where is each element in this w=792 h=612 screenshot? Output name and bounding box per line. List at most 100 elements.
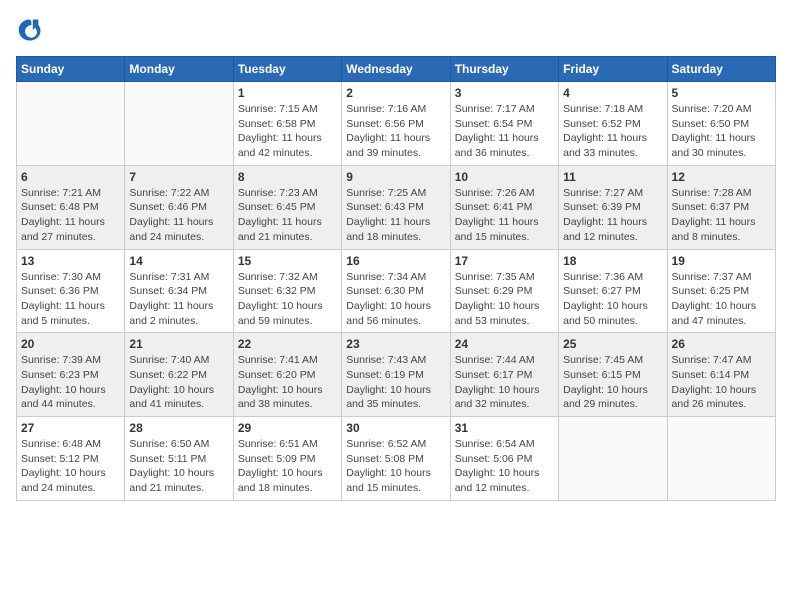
calendar-cell: 12 Sunrise: 7:28 AM Sunset: 6:37 PM Dayli… [667,165,775,249]
calendar-cell: 21 Sunrise: 7:40 AM Sunset: 6:22 PM Dayli… [125,333,233,417]
calendar-cell: 15Sunrise: 7:32 AM Sunset: 6:32 PM Dayli… [233,249,341,333]
calendar-cell: 23 Sunrise: 7:43 AM Sunset: 6:19 PM Dayli… [342,333,450,417]
calendar-cell: 1 Sunrise: 7:15 AM Sunset: 6:58 PM Daylig… [233,82,341,166]
day-number: 17 [455,254,554,268]
calendar-cell: 3 Sunrise: 7:17 AM Sunset: 6:54 PM Daylig… [450,82,558,166]
day-number: 5 [672,86,771,100]
day-info: Sunrise: 7:15 AM Sunset: 6:58 PM Dayligh… [238,102,337,161]
day-info: Sunrise: 7:36 AM Sunset: 6:27 PM Dayligh… [563,270,662,329]
day-number: 2 [346,86,445,100]
calendar-cell: 17 Sunrise: 7:35 AM Sunset: 6:29 PM Dayli… [450,249,558,333]
weekday-header-sunday: Sunday [17,57,125,82]
day-info: Sunrise: 7:31 AM Sunset: 6:34 PM Dayligh… [129,270,228,329]
calendar-cell: 26 Sunrise: 7:47 AM Sunset: 6:14 PM Dayli… [667,333,775,417]
calendar-cell: 5 Sunrise: 7:20 AM Sunset: 6:50 PM Daylig… [667,82,775,166]
weekday-header-thursday: Thursday [450,57,558,82]
weekday-header-saturday: Saturday [667,57,775,82]
day-info: Sunrise: 7:26 AM Sunset: 6:41 PM Dayligh… [455,186,554,245]
day-number: 22 [238,337,337,351]
day-info: Sunrise: 7:34 AM Sunset: 6:30 PM Dayligh… [346,270,445,329]
calendar-cell: 14 Sunrise: 7:31 AM Sunset: 6:34 PM Dayli… [125,249,233,333]
day-number: 26 [672,337,771,351]
day-number: 19 [672,254,771,268]
day-info: Sunrise: 7:17 AM Sunset: 6:54 PM Dayligh… [455,102,554,161]
calendar-cell: 4 Sunrise: 7:18 AM Sunset: 6:52 PM Daylig… [559,82,667,166]
weekday-header-monday: Monday [125,57,233,82]
calendar-cell: 7 Sunrise: 7:22 AM Sunset: 6:46 PM Daylig… [125,165,233,249]
day-number: 6 [21,170,120,184]
calendar-cell: 20 Sunrise: 7:39 AM Sunset: 6:23 PM Dayli… [17,333,125,417]
calendar-cell [667,417,775,501]
day-number: 18 [563,254,662,268]
day-info: Sunrise: 6:52 AM Sunset: 5:08 PM Dayligh… [346,437,445,496]
day-info: Sunrise: 7:21 AM Sunset: 6:48 PM Dayligh… [21,186,120,245]
calendar-table: SundayMondayTuesdayWednesdayThursdayFrid… [16,56,776,501]
day-info: Sunrise: 7:30 AM Sunset: 6:36 PM Dayligh… [21,270,120,329]
calendar-cell: 11Sunrise: 7:27 AM Sunset: 6:39 PM Dayli… [559,165,667,249]
calendar-cell: 24 Sunrise: 7:44 AM Sunset: 6:17 PM Dayli… [450,333,558,417]
day-info: Sunrise: 7:39 AM Sunset: 6:23 PM Dayligh… [21,353,120,412]
day-number: 30 [346,421,445,435]
calendar-cell [17,82,125,166]
day-number: 28 [129,421,228,435]
day-info: Sunrise: 7:41 AM Sunset: 6:20 PM Dayligh… [238,353,337,412]
day-info: Sunrise: 7:44 AM Sunset: 6:17 PM Dayligh… [455,353,554,412]
day-info: Sunrise: 7:40 AM Sunset: 6:22 PM Dayligh… [129,353,228,412]
day-number: 12 [672,170,771,184]
day-number: 16 [346,254,445,268]
calendar-cell: 2 Sunrise: 7:16 AM Sunset: 6:56 PM Daylig… [342,82,450,166]
day-info: Sunrise: 7:43 AM Sunset: 6:19 PM Dayligh… [346,353,445,412]
day-number: 21 [129,337,228,351]
calendar-cell: 29Sunrise: 6:51 AM Sunset: 5:09 PM Dayli… [233,417,341,501]
day-info: Sunrise: 6:51 AM Sunset: 5:09 PM Dayligh… [238,437,337,496]
day-info: Sunrise: 7:45 AM Sunset: 6:15 PM Dayligh… [563,353,662,412]
day-number: 4 [563,86,662,100]
day-number: 10 [455,170,554,184]
day-info: Sunrise: 7:35 AM Sunset: 6:29 PM Dayligh… [455,270,554,329]
day-number: 25 [563,337,662,351]
day-number: 23 [346,337,445,351]
calendar-cell [125,82,233,166]
calendar-week-4: 20 Sunrise: 7:39 AM Sunset: 6:23 PM Dayli… [17,333,776,417]
calendar-cell: 9 Sunrise: 7:25 AM Sunset: 6:43 PM Daylig… [342,165,450,249]
calendar-week-5: 27Sunrise: 6:48 AM Sunset: 5:12 PM Dayli… [17,417,776,501]
calendar-cell: 22 Sunrise: 7:41 AM Sunset: 6:20 PM Dayli… [233,333,341,417]
day-info: Sunrise: 7:25 AM Sunset: 6:43 PM Dayligh… [346,186,445,245]
day-number: 13 [21,254,120,268]
logo [16,16,48,44]
day-info: Sunrise: 7:23 AM Sunset: 6:45 PM Dayligh… [238,186,337,245]
day-info: Sunrise: 7:18 AM Sunset: 6:52 PM Dayligh… [563,102,662,161]
calendar-cell: 16 Sunrise: 7:34 AM Sunset: 6:30 PM Dayli… [342,249,450,333]
day-info: Sunrise: 7:20 AM Sunset: 6:50 PM Dayligh… [672,102,771,161]
calendar-cell: 30 Sunrise: 6:52 AM Sunset: 5:08 PM Dayli… [342,417,450,501]
day-info: Sunrise: 7:22 AM Sunset: 6:46 PM Dayligh… [129,186,228,245]
calendar-cell: 6 Sunrise: 7:21 AM Sunset: 6:48 PM Daylig… [17,165,125,249]
day-number: 7 [129,170,228,184]
calendar-cell: 27Sunrise: 6:48 AM Sunset: 5:12 PM Dayli… [17,417,125,501]
day-number: 24 [455,337,554,351]
day-info: Sunrise: 7:28 AM Sunset: 6:37 PM Dayligh… [672,186,771,245]
calendar-cell: 18 Sunrise: 7:36 AM Sunset: 6:27 PM Dayli… [559,249,667,333]
calendar-cell: 25 Sunrise: 7:45 AM Sunset: 6:15 PM Dayli… [559,333,667,417]
day-number: 14 [129,254,228,268]
day-number: 3 [455,86,554,100]
weekday-header-friday: Friday [559,57,667,82]
day-number: 20 [21,337,120,351]
day-info: Sunrise: 6:54 AM Sunset: 5:06 PM Dayligh… [455,437,554,496]
calendar-week-3: 13 Sunrise: 7:30 AM Sunset: 6:36 PM Dayli… [17,249,776,333]
weekday-header-wednesday: Wednesday [342,57,450,82]
day-info: Sunrise: 7:27 AM Sunset: 6:39 PM Dayligh… [563,186,662,245]
day-info: Sunrise: 7:47 AM Sunset: 6:14 PM Dayligh… [672,353,771,412]
calendar-cell: 10 Sunrise: 7:26 AM Sunset: 6:41 PM Dayli… [450,165,558,249]
day-info: Sunrise: 6:48 AM Sunset: 5:12 PM Dayligh… [21,437,120,496]
logo-icon [16,16,44,44]
day-info: Sunrise: 7:37 AM Sunset: 6:25 PM Dayligh… [672,270,771,329]
calendar-week-2: 6 Sunrise: 7:21 AM Sunset: 6:48 PM Daylig… [17,165,776,249]
day-info: Sunrise: 7:16 AM Sunset: 6:56 PM Dayligh… [346,102,445,161]
calendar-cell: 8Sunrise: 7:23 AM Sunset: 6:45 PM Daylig… [233,165,341,249]
day-number: 1 [238,86,337,100]
calendar-cell: 13 Sunrise: 7:30 AM Sunset: 6:36 PM Dayli… [17,249,125,333]
calendar-week-1: 1 Sunrise: 7:15 AM Sunset: 6:58 PM Daylig… [17,82,776,166]
day-number: 9 [346,170,445,184]
weekday-header-row: SundayMondayTuesdayWednesdayThursdayFrid… [17,57,776,82]
